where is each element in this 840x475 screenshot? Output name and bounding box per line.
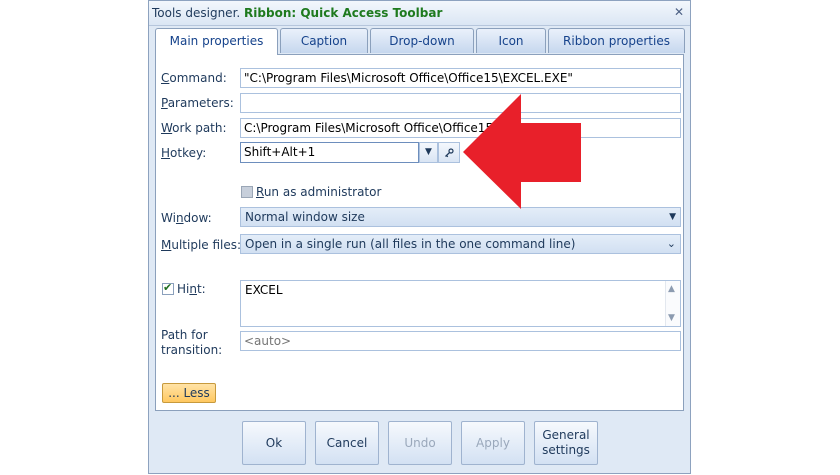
- path-transition-label: Path for transition:: [161, 328, 223, 357]
- window-title: Tools designer. Ribbon: Quick Access Too…: [152, 6, 442, 20]
- tab-ribbon-properties[interactable]: Ribbon properties: [548, 28, 685, 53]
- less-button[interactable]: ... Less: [162, 383, 216, 403]
- tab-main-properties[interactable]: Main properties: [155, 28, 278, 55]
- parameters-label: Parameters:: [161, 96, 234, 110]
- cancel-button[interactable]: Cancel: [315, 421, 379, 465]
- path-transition-field[interactable]: [240, 331, 681, 351]
- work-path-label: Work path:: [161, 121, 227, 135]
- multiple-files-select-value: Open in a single run (all files in the o…: [245, 237, 576, 251]
- general-settings-line1: General: [542, 428, 590, 442]
- tab-caption[interactable]: Caption: [280, 28, 368, 53]
- tab-icon[interactable]: Icon: [476, 28, 546, 53]
- ok-button[interactable]: Ok: [242, 421, 306, 465]
- window-select-value: Normal window size: [245, 210, 365, 224]
- tools-designer-dialog: Tools designer. Ribbon: Quick Access Too…: [148, 0, 691, 474]
- hotkey-assign-button[interactable]: [438, 142, 460, 163]
- title-prefix: Tools designer.: [152, 6, 241, 20]
- hotkey-field[interactable]: Shift+Alt+1: [240, 142, 419, 163]
- run-as-admin-checkbox[interactable]: [241, 186, 253, 198]
- general-settings-line2: settings: [542, 443, 590, 457]
- hint-text: EXCEL: [245, 283, 283, 297]
- title-bar: Tools designer. Ribbon: Quick Access Too…: [149, 1, 690, 26]
- main-properties-panel: Command: "C:\Program Files\Microsoft Off…: [155, 54, 684, 411]
- apply-button[interactable]: Apply: [461, 421, 525, 465]
- run-as-admin-label: Run as administrator: [256, 185, 382, 199]
- hotkey-dropdown-button[interactable]: ▼: [419, 142, 438, 163]
- title-main: Ribbon: Quick Access Toolbar: [244, 6, 443, 20]
- hint-scrollbar[interactable]: ▲ ▼: [665, 281, 680, 326]
- scroll-down-icon[interactable]: ▼: [668, 313, 675, 323]
- scroll-up-icon[interactable]: ▲: [668, 284, 675, 294]
- hint-checkbox[interactable]: [162, 281, 174, 295]
- general-settings-button[interactable]: General settings: [534, 421, 598, 465]
- tab-strip: Main properties Caption Drop-down Icon R…: [155, 28, 685, 55]
- tab-drop-down[interactable]: Drop-down: [370, 28, 474, 53]
- undo-button[interactable]: Undo: [388, 421, 452, 465]
- multiple-files-label: Multiple files:: [161, 238, 242, 252]
- hint-label: Hint:: [177, 282, 206, 296]
- red-arrow: [463, 94, 581, 209]
- command-label: Command:: [161, 71, 227, 85]
- close-icon[interactable]: ✕: [672, 5, 686, 19]
- multiple-files-select[interactable]: Open in a single run (all files in the o…: [240, 234, 681, 254]
- chevron-down-icon: ▼: [425, 147, 432, 157]
- hint-textarea[interactable]: EXCEL ▲ ▼: [240, 280, 681, 327]
- chevron-down-icon: ▼: [669, 212, 676, 222]
- chevron-down-icon: ⌄: [666, 237, 676, 250]
- window-select[interactable]: Normal window size ▼: [240, 207, 681, 227]
- hotkey-label: Hotkey:: [161, 146, 207, 160]
- command-field[interactable]: "C:\Program Files\Microsoft Office\Offic…: [240, 68, 681, 88]
- window-label: Window:: [161, 211, 212, 225]
- key-icon: [445, 148, 454, 158]
